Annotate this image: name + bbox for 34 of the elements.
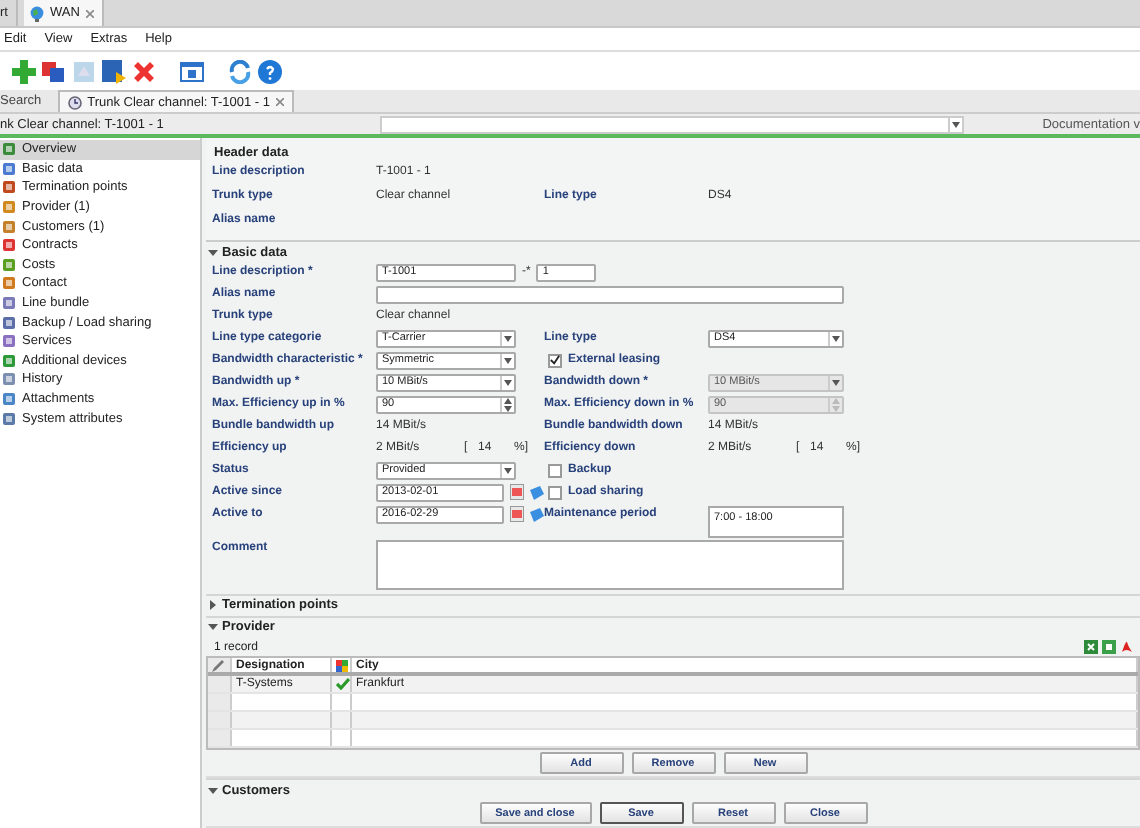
globe-icon: [29, 5, 44, 21]
expand-icon[interactable]: [208, 600, 218, 611]
caret-icon: [504, 467, 512, 474]
caret-icon: [504, 379, 512, 386]
window-icon[interactable]: [180, 59, 204, 83]
help-icon[interactable]: [258, 59, 282, 83]
spinner-arrows-icon: [504, 397, 512, 412]
collapse-icon[interactable]: [208, 785, 218, 796]
status-icon: [336, 659, 348, 672]
copy-icon[interactable]: [42, 59, 66, 83]
collapse-icon[interactable]: [208, 247, 218, 258]
caret-icon: [832, 335, 840, 342]
caret-icon: [952, 121, 960, 127]
caret-icon: [504, 357, 512, 364]
pencil-icon: [212, 659, 224, 672]
spreadsheet-icon[interactable]: [1084, 640, 1098, 655]
checkbox[interactable]: [548, 463, 562, 478]
checkmark-icon: [550, 354, 560, 367]
caret-icon: [832, 379, 840, 386]
input-field[interactable]: [376, 285, 844, 304]
caret-icon: [504, 335, 512, 342]
clock-icon: [67, 95, 82, 109]
plus-icon[interactable]: [12, 59, 36, 83]
spreadsheet-icon[interactable]: [1102, 640, 1116, 655]
close-icon[interactable]: [276, 98, 285, 106]
text-area[interactable]: [376, 539, 844, 590]
checkbox[interactable]: [548, 353, 562, 368]
calendar-icon[interactable]: [510, 484, 524, 501]
close-icon[interactable]: [85, 9, 94, 17]
refresh-icon[interactable]: [228, 59, 252, 83]
checkbox[interactable]: [548, 485, 562, 500]
calendar-icon[interactable]: [510, 506, 524, 523]
collapse-icon[interactable]: [208, 622, 218, 633]
delete-icon[interactable]: [132, 59, 156, 83]
